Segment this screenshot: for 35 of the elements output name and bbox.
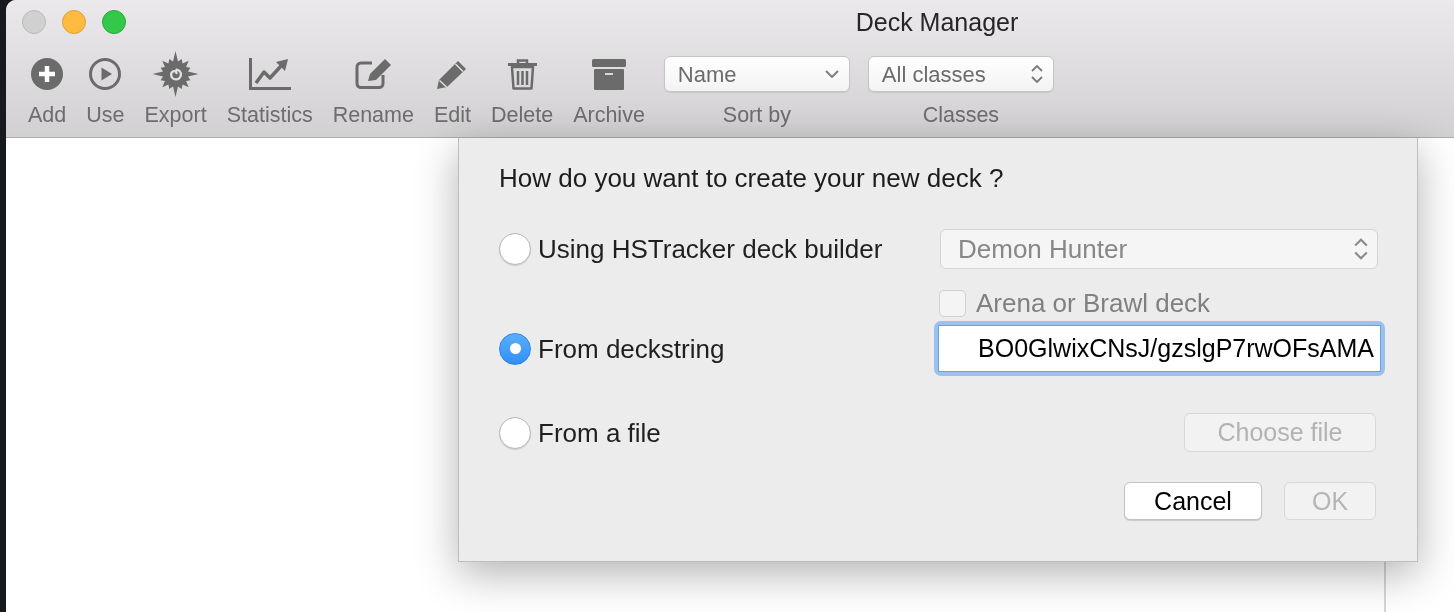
plus-circle-icon [31,58,64,90]
toolbar-button[interactable]: Edit [423,50,481,127]
toolbar-button[interactable]: Rename [322,50,424,127]
chevron-down-icon [824,70,839,78]
deckstring-field[interactable]: BO0GlwixCNsJ/gzslgP7rwOFsAMA [934,321,1385,376]
dropdown-caption: Sort by [722,103,791,127]
zoom-button[interactable] [102,10,126,34]
toolbar-button[interactable]: Use [76,50,135,127]
minimize-button[interactable] [62,10,86,34]
up-down-chevron-icon [1030,64,1043,84]
archive-box-icon [592,58,626,90]
up-down-chevron-icon [1354,237,1368,261]
option-label: From deckstring [538,332,725,365]
option-label: From a file [538,416,661,449]
dialog-question: How do you want to create your new deck ? [499,164,1004,192]
option-label: Using HSTracker deck builder [538,233,883,265]
toolbar-button[interactable]: Archive [563,50,655,127]
dropdown-caption: Classes [922,103,1000,127]
toolbar-button[interactable]: Add [18,50,77,127]
dropdown[interactable]: All classes [867,56,1054,92]
line-chart-icon [248,58,291,90]
toolbar-button[interactable]: Delete [481,50,564,127]
window-title: Deck Manager [855,7,1019,36]
pencil-icon [436,59,469,89]
pencil-square-icon [355,59,392,89]
trash-icon [507,58,537,90]
toolbar-button[interactable]: Export [134,50,217,127]
play-circle-icon [89,58,122,90]
toolbar-button[interactable]: Statistics [216,50,323,127]
checkbox-label: Arena or Brawl deck [976,288,1211,318]
dropdown[interactable]: Name [663,56,850,92]
radio-button[interactable] [499,233,531,265]
radio-button[interactable] [499,416,531,449]
radio-button[interactable] [499,332,531,365]
dialog-button[interactable]: Cancel [1124,482,1262,520]
